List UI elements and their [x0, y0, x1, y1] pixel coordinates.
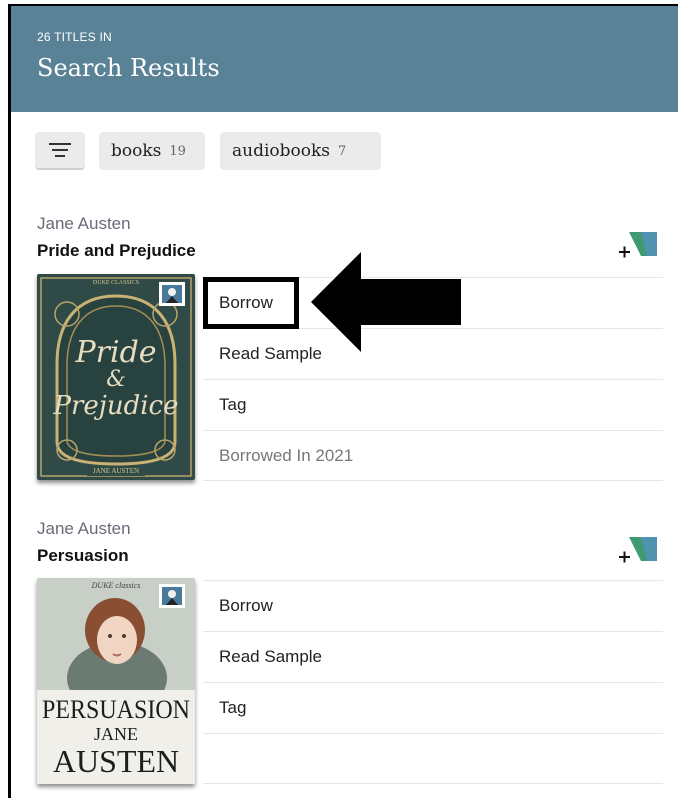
result-author[interactable]: Jane Austen [37, 519, 131, 539]
add-tag-icon[interactable] [617, 228, 661, 262]
app-frame: 26 TITLES IN Search Results books 19 aud… [8, 4, 678, 798]
result-author[interactable]: Jane Austen [37, 214, 131, 234]
left-arrow-icon [311, 252, 461, 352]
filter-chip-books[interactable]: books 19 [99, 132, 205, 170]
cover-author-line1: JANE [94, 724, 138, 744]
filter-chip-audiobooks[interactable]: audiobooks 7 [220, 132, 381, 170]
empty-action-row [203, 733, 663, 784]
page-title: Search Results [37, 54, 220, 82]
tag-button[interactable]: Tag [203, 379, 663, 430]
read-sample-button[interactable]: Read Sample [203, 631, 663, 682]
result-title[interactable]: Persuasion [37, 546, 129, 566]
cover-publisher: DUKE CLASSICS [93, 280, 139, 286]
add-tag-icon[interactable] [617, 533, 661, 567]
cover-title-line2: & [106, 367, 126, 392]
cover-title-line3: Prejudice [52, 391, 178, 421]
cover-title: PERSUASION [42, 695, 190, 724]
borrow-button[interactable]: Borrow [203, 580, 663, 631]
cover-publisher: DUKE classics [91, 581, 141, 590]
chip-label: audiobooks [232, 141, 331, 161]
chip-label: books [111, 141, 162, 161]
header-bar: 26 TITLES IN Search Results [11, 6, 678, 112]
filter-button[interactable] [35, 132, 85, 170]
cover-art-pride-and-prejudice: DUKE CLASSICS Pride & Prejudice JANE AUS… [37, 274, 195, 480]
filter-lines-icon [49, 143, 71, 157]
book-cover[interactable]: DUKE CLASSICS Pride & Prejudice JANE AUS… [37, 274, 195, 480]
result-actions: Borrow Read Sample Tag [203, 580, 663, 784]
results-count: 26 TITLES IN [37, 30, 112, 44]
cover-title-line1: Pride [74, 335, 156, 370]
cover-author-line2: AUSTEN [53, 743, 179, 779]
book-cover[interactable]: DUKE classics PERSUASION JANE AUSTEN [37, 578, 195, 784]
chip-count: 7 [338, 143, 347, 159]
borrow-highlight-box [203, 277, 299, 329]
tag-button[interactable]: Tag [203, 682, 663, 733]
chip-count: 19 [169, 143, 186, 159]
cover-byline: JANE AUSTEN [93, 467, 139, 475]
result-title[interactable]: Pride and Prejudice [37, 241, 196, 261]
borrowed-status: Borrowed In 2021 [203, 430, 663, 481]
cover-art-persuasion: DUKE classics PERSUASION JANE AUSTEN [37, 578, 195, 784]
